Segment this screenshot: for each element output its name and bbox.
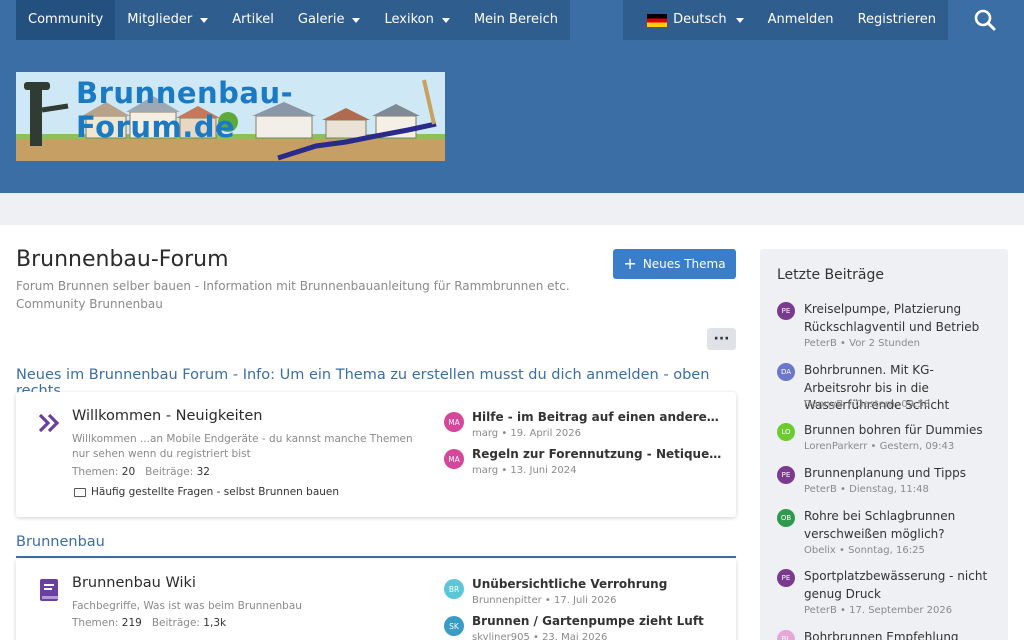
thread-meta: skyliner905 • 23. Mai 2026 <box>472 632 608 640</box>
nav-label: Galerie <box>297 12 345 27</box>
top-navigation: Community Mitglieder Artikel Galerie Lex… <box>0 0 1024 40</box>
book-icon <box>40 579 58 601</box>
avatar: PE <box>777 302 795 320</box>
thread-title: Hilfe - im Beitrag auf einen anderen Bei… <box>472 410 724 424</box>
nav-label: Artikel <box>232 12 274 27</box>
folder-icon <box>74 487 86 497</box>
threads-label: Themen: <box>72 617 119 629</box>
avatar: SK <box>444 616 464 636</box>
avatar: BR <box>444 579 464 599</box>
thread-meta: Brunnenpitter • 17. Juli 2026 <box>472 595 617 606</box>
german-flag-icon <box>647 13 668 27</box>
thread-title: Regeln zur Forennutzung - Netiquette <box>472 447 724 461</box>
more-options-button[interactable]: ··· <box>707 328 736 350</box>
forum-board: Willkommen - Neuigkeiten Willkommen ...a… <box>16 392 736 517</box>
posts-label: Beiträge: <box>145 466 194 478</box>
post-title: Brunnenplanung und Tipps <box>804 466 966 480</box>
board-title[interactable]: Willkommen - Neuigkeiten <box>72 408 262 424</box>
avatar: PE <box>777 466 795 484</box>
thread-meta: marg • 13. Juni 2024 <box>472 465 577 476</box>
post-title: Bohrbrunnen Empfehlung <box>804 630 959 640</box>
nav-mein-bereich[interactable]: Mein Bereich <box>462 0 570 40</box>
user-menu-section: Deutsch Anmelden Registrieren <box>623 0 948 40</box>
sidebar-latest-posts: Letzte Beiträge PE Kreiselpumpe, Platzie… <box>760 249 1008 640</box>
thread-title: Brunnen / Gartenpumpe zieht Luft <box>472 614 704 628</box>
nav-label: Mein Bereich <box>473 12 559 27</box>
search-icon <box>974 9 996 31</box>
chevron-down-icon <box>200 17 209 23</box>
nav-mitglieder[interactable]: Mitglieder <box>115 0 220 40</box>
nav-artikel[interactable]: Artikel <box>220 0 286 40</box>
post-meta: DannyB • Gestern, 09:58 <box>804 399 931 410</box>
nav-lexikon[interactable]: Lexikon <box>372 0 461 40</box>
login-link[interactable]: Anmelden <box>756 0 846 40</box>
thread-title: Unübersichtliche Verrohrung <box>472 577 668 591</box>
avatar: LO <box>777 423 795 441</box>
threads-label: Themen: <box>72 466 119 478</box>
post-title: Brunnen bohren für Dummies <box>804 423 983 437</box>
post-title: Sportplatzbewässerung - nicht genug Druc… <box>804 569 988 601</box>
avatar: BL <box>777 630 795 640</box>
search-button[interactable] <box>948 0 1024 40</box>
language-selector[interactable]: Deutsch <box>635 0 756 40</box>
nav-label: Mitglieder <box>127 12 193 27</box>
avatar: MA <box>444 449 464 469</box>
new-thread-label: Neues Thema <box>642 257 726 271</box>
register-label: Registrieren <box>857 12 936 27</box>
post-meta: PeterB • Vor 2 Stunden <box>804 338 920 349</box>
board-description: Fachbegriffe, Was ist was beim Brunnenba… <box>72 600 302 612</box>
page-title: Brunnenbau-Forum <box>16 247 229 272</box>
double-chevron-icon <box>38 413 60 433</box>
new-thread-button[interactable]: + Neues Thema <box>613 249 736 279</box>
chevron-down-icon <box>735 17 744 23</box>
plus-icon: + <box>623 254 637 273</box>
chevron-down-icon <box>441 17 450 23</box>
avatar: MA <box>444 412 464 432</box>
main-content: Brunnenbau-Forum Forum Brunnen selber ba… <box>0 225 1024 640</box>
threads-count: 219 <box>121 617 142 629</box>
post-meta: Obelix • Sonntag, 16:25 <box>804 545 925 556</box>
subboard-link[interactable]: Häufig gestellte Fragen - selbst Brunnen… <box>74 486 339 498</box>
board-stats: Themen: 219 Beiträge: 1,3k <box>72 617 226 629</box>
thread-meta: marg • 19. April 2026 <box>472 428 581 439</box>
nav-community[interactable]: Community <box>16 0 116 40</box>
category-heading[interactable]: Brunnenbau <box>16 534 736 558</box>
subboard-label: Häufig gestellte Fragen - selbst Brunnen… <box>91 486 340 498</box>
chevron-down-icon <box>352 17 361 23</box>
page-description: Forum Brunnen selber bauen - Information… <box>16 279 570 311</box>
nav-galerie[interactable]: Galerie <box>286 0 373 40</box>
board-stats: Themen: 20 Beiträge: 32 <box>72 466 210 478</box>
posts-label: Beiträge: <box>151 617 200 629</box>
avatar: PE <box>777 569 795 587</box>
post-title: Kreiselpumpe, Platzierung Rückschlagvent… <box>804 302 980 334</box>
avatar: DA <box>777 363 795 381</box>
forum-board: Brunnenbau Wiki Fachbegriffe, Was ist wa… <box>16 559 736 640</box>
page-header: Brunnenbau-Forum.de <box>0 40 1024 193</box>
posts-count: 32 <box>196 466 210 478</box>
post-meta: LorenParkerr • Gestern, 09:43 <box>804 441 955 452</box>
threads-count: 20 <box>121 466 136 478</box>
main-menu: Community Mitglieder Artikel Galerie Lex… <box>16 0 571 40</box>
login-label: Anmelden <box>767 12 834 27</box>
board-title[interactable]: Brunnenbau Wiki <box>72 575 196 591</box>
site-logo[interactable]: Brunnenbau-Forum.de <box>16 72 445 161</box>
language-label: Deutsch <box>673 12 727 27</box>
board-description: Willkommen ...an Mobile Endgeräte - du k… <box>72 433 413 460</box>
logo-text: Brunnenbau-Forum.de <box>76 76 294 144</box>
sidebar-title: Letzte Beiträge <box>777 267 884 283</box>
register-link[interactable]: Registrieren <box>846 0 948 40</box>
user-menu: Deutsch Anmelden Registrieren <box>623 0 1024 40</box>
avatar: OB <box>777 509 795 527</box>
post-meta: PeterB • Dienstag, 11:48 <box>804 484 929 495</box>
post-meta: PeterB • 17. September 2026 <box>804 605 953 616</box>
header-spacer <box>0 193 1024 225</box>
nav-label: Lexikon <box>384 12 434 27</box>
posts-count: 1,3k <box>203 617 227 629</box>
nav-label: Community <box>28 12 104 27</box>
post-title: Rohre bei Schlagbrunnen verschweißen mög… <box>804 509 956 541</box>
